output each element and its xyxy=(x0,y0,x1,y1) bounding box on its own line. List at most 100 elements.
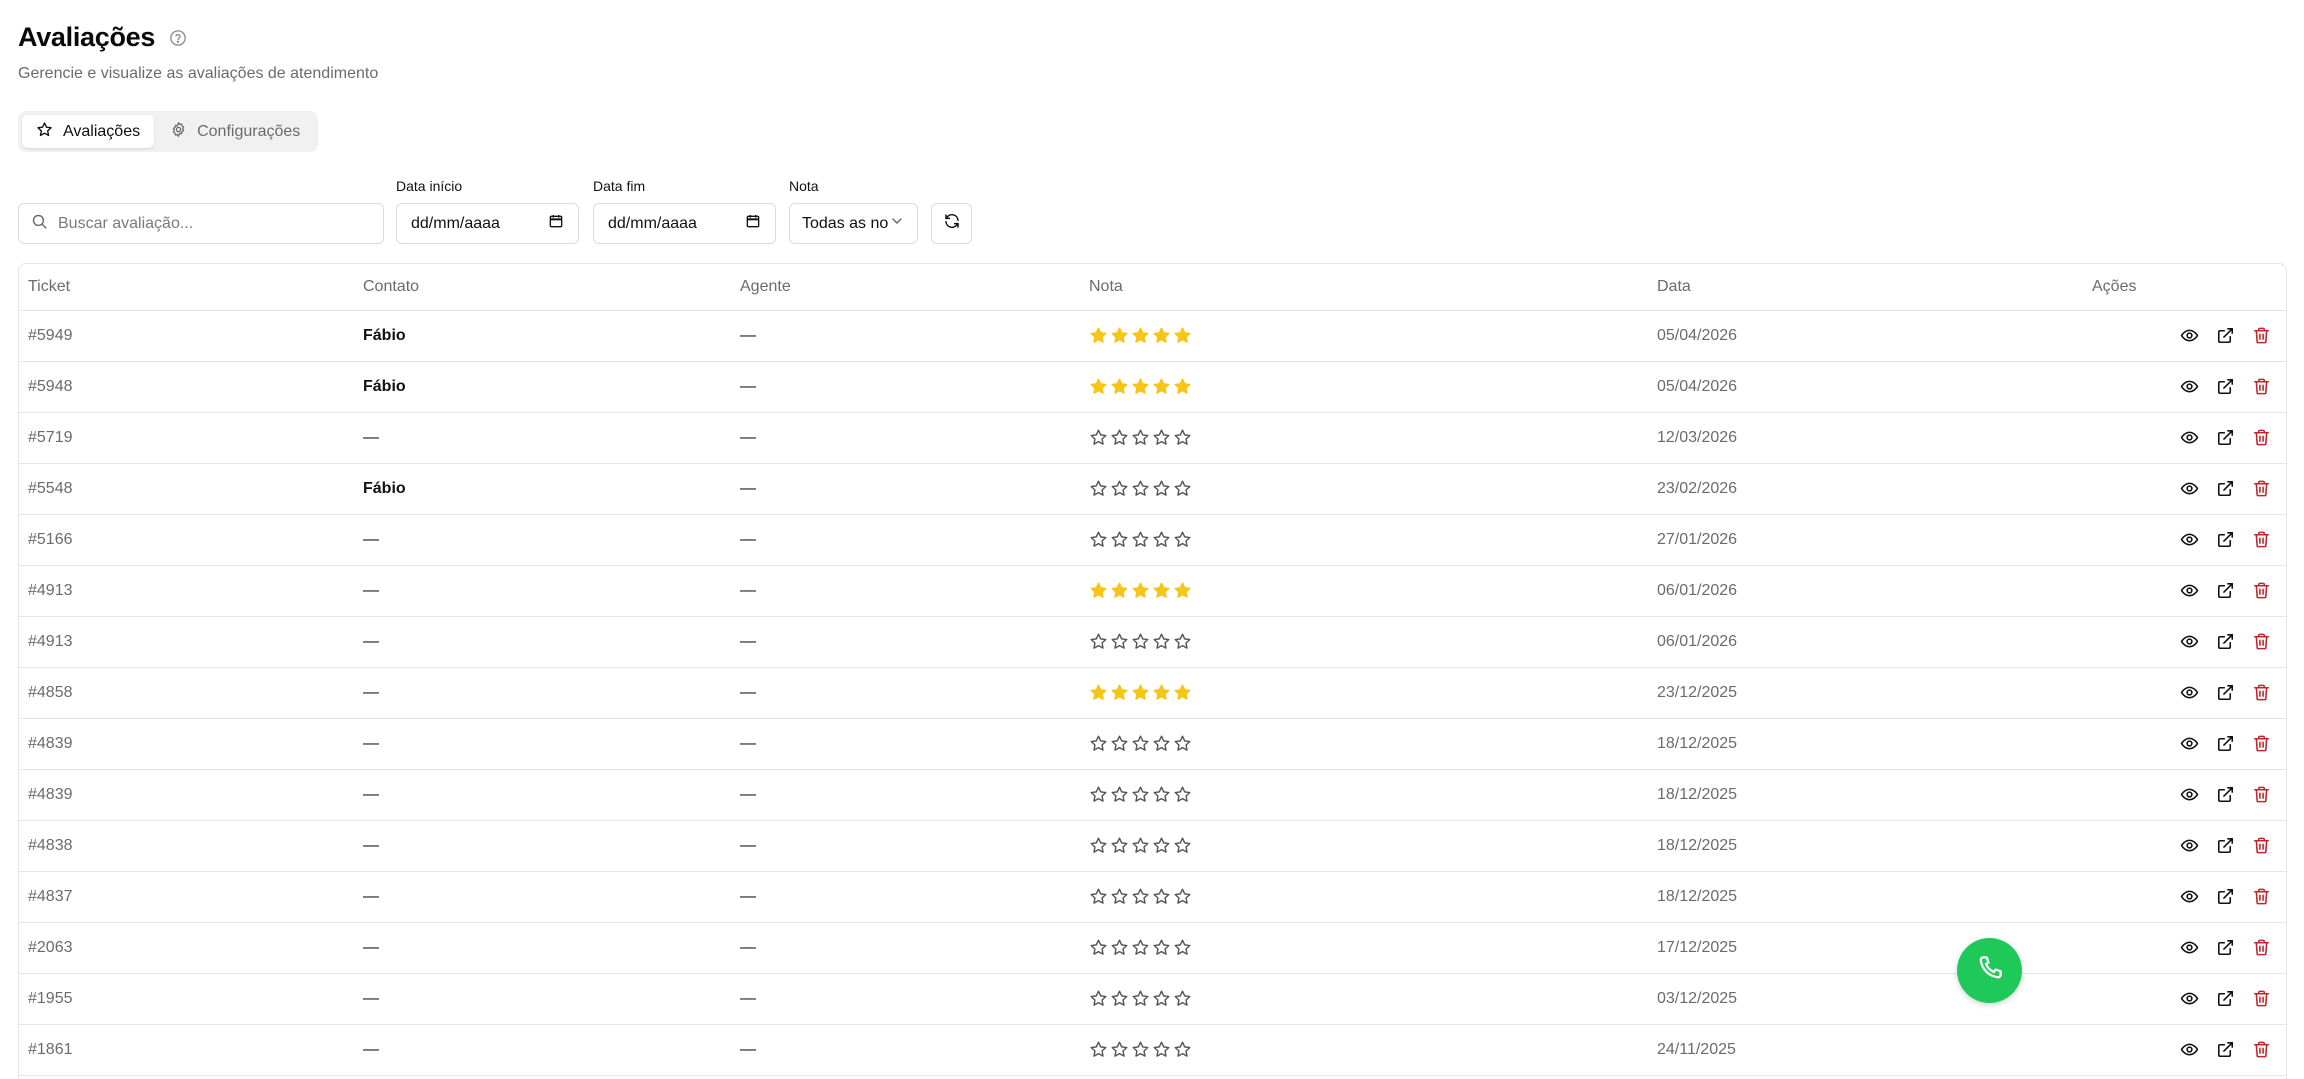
actions-cell xyxy=(2083,514,2286,566)
external-link-icon[interactable] xyxy=(2216,836,2235,855)
trash-icon[interactable] xyxy=(2252,683,2271,702)
calendar-icon[interactable] xyxy=(548,213,564,234)
end-date-input[interactable]: dd/mm/aaaa xyxy=(593,203,776,244)
star-empty-icon xyxy=(1110,734,1129,753)
table-row[interactable]: #5948 Fábio — 05/04/2026 xyxy=(19,361,2286,413)
external-link-icon[interactable] xyxy=(2216,530,2235,549)
calendar-icon[interactable] xyxy=(745,213,761,234)
column-header-ticket[interactable]: Ticket xyxy=(19,264,354,311)
star-rating xyxy=(1089,734,1639,753)
external-link-icon[interactable] xyxy=(2216,1040,2235,1059)
external-link-icon[interactable] xyxy=(2216,479,2235,498)
table-row[interactable]: #5719— —12/03/2026 xyxy=(19,412,2286,464)
eye-icon[interactable] xyxy=(2180,938,2199,957)
column-header-contato[interactable]: Contato xyxy=(354,264,731,311)
ticket-cell: #4913 xyxy=(19,565,354,617)
external-link-icon[interactable] xyxy=(2216,581,2235,600)
tab-avaliacoes[interactable]: Avaliações xyxy=(22,115,155,148)
rating-cell xyxy=(1080,820,1648,872)
star-empty-icon xyxy=(1173,1040,1192,1059)
star-empty-icon xyxy=(1152,479,1171,498)
external-link-icon[interactable] xyxy=(2216,377,2235,396)
refresh-button[interactable] xyxy=(931,203,972,244)
tab-label: Avaliações xyxy=(63,122,141,140)
eye-icon[interactable] xyxy=(2180,989,2199,1008)
column-header-nota[interactable]: Nota xyxy=(1080,264,1648,311)
table-row[interactable]: #4839— —18/12/2025 xyxy=(19,718,2286,770)
trash-icon[interactable] xyxy=(2252,785,2271,804)
eye-icon[interactable] xyxy=(2180,785,2199,804)
tab-configuracoes[interactable]: Configurações xyxy=(156,115,314,148)
external-link-icon[interactable] xyxy=(2216,428,2235,447)
star-empty-icon xyxy=(1131,836,1150,855)
trash-icon[interactable] xyxy=(2252,938,2271,957)
trash-icon[interactable] xyxy=(2252,479,2271,498)
table-row[interactable]: #4837— —18/12/2025 xyxy=(19,871,2286,923)
table-row[interactable]: #4913— —06/01/2026 xyxy=(19,565,2286,617)
external-link-icon[interactable] xyxy=(2216,632,2235,651)
start-date-input[interactable]: dd/mm/aaaa xyxy=(396,203,579,244)
eye-icon[interactable] xyxy=(2180,377,2199,396)
external-link-icon[interactable] xyxy=(2216,887,2235,906)
table-row[interactable]: #5166— —27/01/2026 xyxy=(19,514,2286,566)
table-row[interactable]: #1955— —03/12/2025 xyxy=(19,973,2286,1025)
star-filled-icon xyxy=(1131,377,1150,396)
end-date-filter: Data fim dd/mm/aaaa xyxy=(593,178,776,244)
table-row[interactable]: #5949 Fábio — 05/04/2026 xyxy=(19,310,2286,362)
external-link-icon[interactable] xyxy=(2216,734,2235,753)
external-link-icon[interactable] xyxy=(2216,785,2235,804)
eye-icon[interactable] xyxy=(2180,836,2199,855)
star-empty-icon xyxy=(1089,785,1108,804)
external-link-icon[interactable] xyxy=(2216,326,2235,345)
table-row[interactable]: #4858— —23/12/2025 xyxy=(19,667,2286,719)
column-header-agente[interactable]: Agente xyxy=(731,264,1080,311)
star-empty-icon xyxy=(1089,836,1108,855)
phone-fab-button[interactable] xyxy=(1957,938,2022,1003)
trash-icon[interactable] xyxy=(2252,632,2271,651)
eye-icon[interactable] xyxy=(2180,683,2199,702)
eye-icon[interactable] xyxy=(2180,1040,2199,1059)
trash-icon[interactable] xyxy=(2252,326,2271,345)
external-link-icon[interactable] xyxy=(2216,938,2235,957)
column-header-data[interactable]: Data xyxy=(1648,264,2083,311)
eye-icon[interactable] xyxy=(2180,632,2199,651)
external-link-icon[interactable] xyxy=(2216,989,2235,1008)
star-filled-icon xyxy=(1131,326,1150,345)
trash-icon[interactable] xyxy=(2252,581,2271,600)
external-link-icon[interactable] xyxy=(2216,683,2235,702)
trash-icon[interactable] xyxy=(2252,530,2271,549)
trash-icon[interactable] xyxy=(2252,1040,2271,1059)
table-row[interactable]: #5548 Fábio — 23/02/2026 xyxy=(19,463,2286,515)
table-row[interactable]: #1861— —24/11/2025 xyxy=(19,1024,2286,1076)
trash-icon[interactable] xyxy=(2252,734,2271,753)
eye-icon[interactable] xyxy=(2180,326,2199,345)
eye-icon[interactable] xyxy=(2180,428,2199,447)
rating-select[interactable]: Todas as no xyxy=(789,203,918,244)
trash-icon[interactable] xyxy=(2252,428,2271,447)
trash-icon[interactable] xyxy=(2252,989,2271,1008)
trash-icon[interactable] xyxy=(2252,836,2271,855)
table-row[interactable]: #4838— —18/12/2025 xyxy=(19,820,2286,872)
eye-icon[interactable] xyxy=(2180,734,2199,753)
eye-icon[interactable] xyxy=(2180,530,2199,549)
star-empty-icon xyxy=(1110,530,1129,549)
trash-icon[interactable] xyxy=(2252,377,2271,396)
table: Ticket Contato Agente Nota Data Ações #5… xyxy=(19,264,2286,1076)
table-row[interactable]: #4839— —18/12/2025 xyxy=(19,769,2286,821)
star-empty-icon xyxy=(1110,887,1129,906)
star-empty-icon xyxy=(1173,632,1192,651)
table-row[interactable]: #4913— —06/01/2026 xyxy=(19,616,2286,668)
ticket-cell: #4839 xyxy=(19,769,354,821)
date-cell: 05/04/2026 xyxy=(1648,361,2083,413)
star-filled-icon xyxy=(1152,326,1171,345)
eye-icon[interactable] xyxy=(2180,479,2199,498)
star-empty-icon xyxy=(1089,887,1108,906)
trash-icon[interactable] xyxy=(2252,887,2271,906)
help-circle-icon[interactable] xyxy=(169,29,187,47)
star-rating xyxy=(1089,479,1639,498)
eye-icon[interactable] xyxy=(2180,581,2199,600)
table-row[interactable]: #2063— —17/12/2025 xyxy=(19,922,2286,974)
search-box[interactable] xyxy=(18,203,384,244)
search-input[interactable] xyxy=(58,214,371,233)
eye-icon[interactable] xyxy=(2180,887,2199,906)
